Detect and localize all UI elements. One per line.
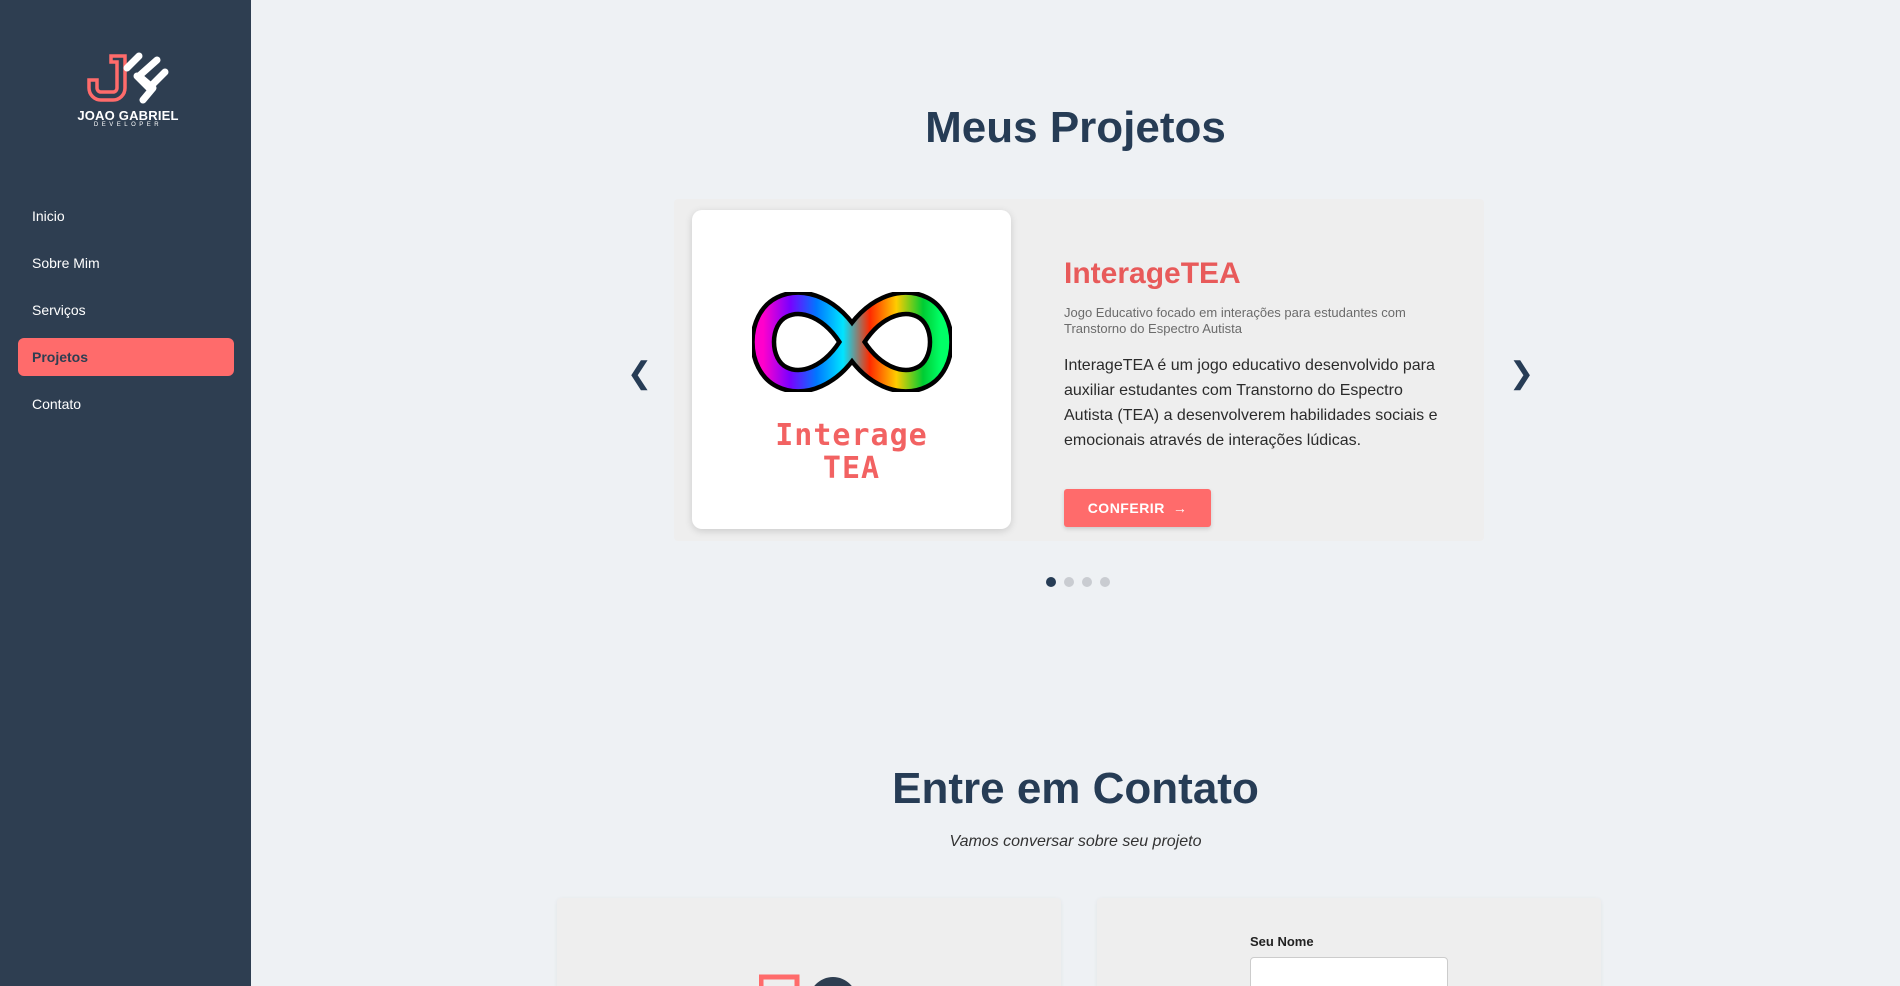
arrow-right-icon: → [1172, 500, 1188, 516]
sidebar-item-servicos[interactable]: Serviços [18, 291, 234, 329]
sidebar: JOAO GABRIEL DEVELOPER Inicio Sobre Mim … [0, 0, 251, 986]
chevron-left-icon[interactable]: ❮ [627, 356, 652, 391]
carousel-dot[interactable] [1064, 577, 1074, 587]
project-name: InterageTEA [1064, 257, 1241, 290]
js-monogram-icon [87, 52, 169, 104]
project-image-title-line1: Interage [775, 418, 928, 453]
project-image-title-line2: TEA [822, 451, 881, 486]
name-field-label: Seu Nome [1250, 934, 1314, 949]
contact-form-card: Seu Nome [1097, 898, 1601, 986]
project-info: InterageTEA Jogo Educativo focado em int… [1064, 257, 1454, 453]
sidebar-nav: Inicio Sobre Mim Serviços Projetos Conta… [18, 197, 234, 432]
project-subtitle: Jogo Educativo focado em interações para… [1064, 305, 1406, 336]
rainbow-infinity-icon [752, 292, 952, 392]
sidebar-item-contato[interactable]: Contato [18, 385, 234, 423]
projects-title: Meus Projetos [925, 103, 1226, 152]
chevron-right-icon[interactable]: ❯ [1509, 356, 1534, 391]
contact-info-card [557, 898, 1061, 986]
project-description: InterageTEA é um jogo educativo desenvol… [1064, 357, 1438, 449]
name-field[interactable] [1250, 957, 1448, 986]
project-card: Interage TEA InterageTEA Jogo Educativo … [674, 199, 1484, 541]
carousel-dot[interactable] [1046, 577, 1056, 587]
logo-tagline: DEVELOPER [93, 122, 163, 128]
sidebar-item-sobre-mim[interactable]: Sobre Mim [18, 244, 234, 282]
conferir-button[interactable]: CONFERIR → [1064, 489, 1211, 527]
contact-subtitle: Vamos conversar sobre seu projeto [949, 833, 1202, 850]
logo-name: JOAO GABRIEL [77, 108, 179, 123]
logo[interactable]: JOAO GABRIEL DEVELOPER [75, 50, 181, 132]
carousel-dots [1046, 577, 1110, 587]
js-monogram-icon [759, 974, 852, 986]
conferir-button-label: CONFERIR [1087, 500, 1165, 516]
carousel-dot[interactable] [1100, 577, 1110, 587]
project-image[interactable]: Interage TEA [692, 210, 1011, 529]
sidebar-item-projetos[interactable]: Projetos [18, 338, 234, 376]
carousel-dot[interactable] [1082, 577, 1092, 587]
contact-title: Entre em Contato [892, 764, 1259, 813]
sidebar-item-inicio[interactable]: Inicio [18, 197, 234, 235]
